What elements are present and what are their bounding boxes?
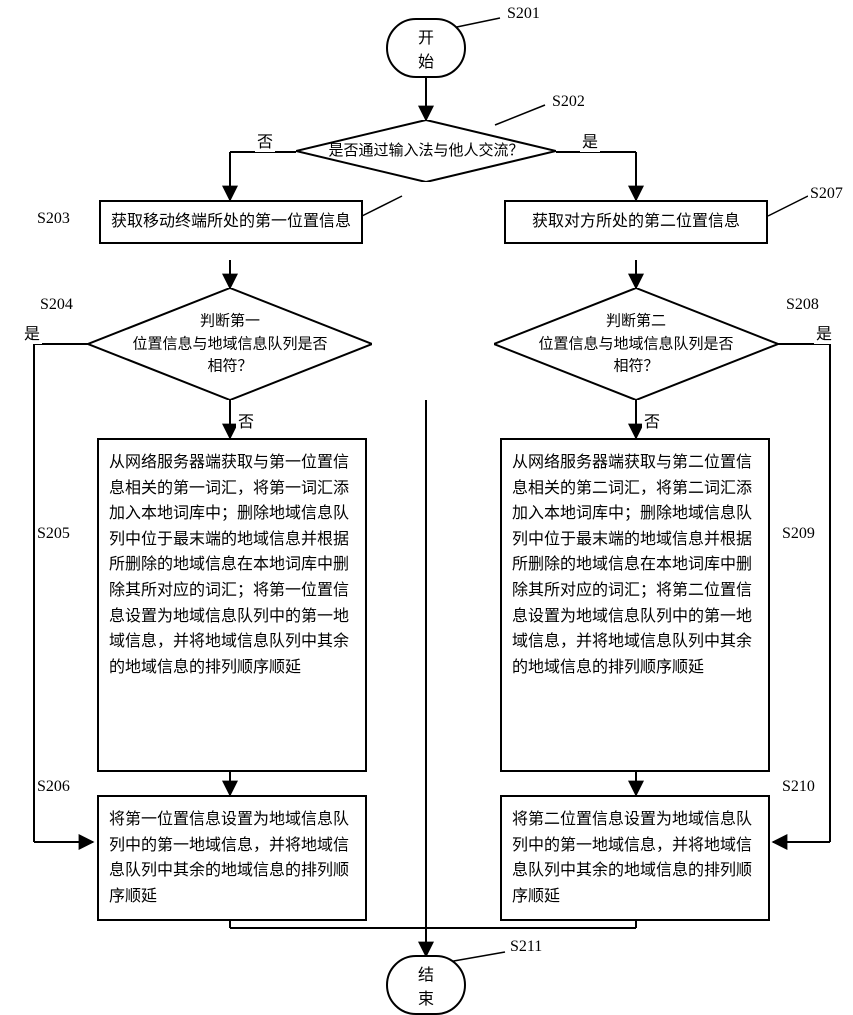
s203-process: 获取移动终端所处的第一位置信息 (99, 200, 363, 244)
s204-line1: 判断第一 (200, 313, 260, 329)
s210-process: 将第二位置信息设置为地域信息队列中的第一地域信息，并将地域信息队列中其余的地域信… (500, 795, 770, 921)
s207-process: 获取对方所处的第二位置信息 (504, 200, 768, 244)
s201-tag: S201 (505, 5, 542, 23)
s204-yes: 是 (22, 320, 42, 344)
s207-text: 获取对方所处的第二位置信息 (532, 213, 740, 230)
s204-line3: 相符？ (207, 358, 252, 374)
s205-tag: S205 (35, 525, 72, 543)
s202-decision: 是否通过输入法与他人交流？ (296, 120, 556, 182)
s209-tag: S209 (780, 525, 817, 543)
s202-text: 是否通过输入法与他人交流？ (328, 143, 523, 159)
end-terminal: 结束 (386, 955, 466, 1015)
s204-no: 否 (236, 408, 256, 432)
s205-text: 从网络服务器端获取与第一位置信息相关的第一词汇，将第一词汇添加入本地词库中；删除… (109, 454, 349, 676)
s208-decision: 判断第二 位置信息与地域信息队列是否 相符？ (494, 288, 778, 400)
s204-tag: S204 (38, 296, 75, 314)
start-terminal: 开始 (386, 18, 466, 78)
s206-process: 将第一位置信息设置为地域信息队列中的第一地域信息，并将地域信息队列中其余的地域信… (97, 795, 367, 921)
s207-tag: S207 (808, 185, 845, 203)
s210-text: 将第二位置信息设置为地域信息队列中的第一地域信息，并将地域信息队列中其余的地域信… (512, 811, 752, 905)
s209-text: 从网络服务器端获取与第二位置信息相关的第二词汇，将第二词汇添加入本地词库中；删除… (512, 454, 752, 676)
start-text: 开始 (418, 30, 434, 71)
s206-tag: S206 (35, 778, 72, 796)
s202-no: 否 (255, 128, 275, 152)
s204-decision: 判断第一 位置信息与地域信息队列是否 相符？ (88, 288, 372, 400)
s204-line2: 位置信息与地域信息队列是否 (132, 336, 327, 352)
s205-process: 从网络服务器端获取与第一位置信息相关的第一词汇，将第一词汇添加入本地词库中；删除… (97, 438, 367, 772)
s208-tag: S208 (784, 296, 821, 314)
s209-process: 从网络服务器端获取与第二位置信息相关的第二词汇，将第二词汇添加入本地词库中；删除… (500, 438, 770, 772)
s208-line2: 位置信息与地域信息队列是否 (538, 336, 733, 352)
s210-tag: S210 (780, 778, 817, 796)
s203-tag: S203 (35, 210, 72, 228)
s211-tag: S211 (508, 938, 544, 956)
s203-text: 获取移动终端所处的第一位置信息 (111, 213, 351, 230)
s208-yes: 是 (814, 320, 834, 344)
s208-no: 否 (642, 408, 662, 432)
s208-line1: 判断第二 (606, 313, 666, 329)
s202-tag: S202 (550, 93, 587, 111)
s208-line3: 相符？ (613, 358, 658, 374)
end-text: 结束 (418, 967, 434, 1008)
s202-yes: 是 (580, 128, 600, 152)
s206-text: 将第一位置信息设置为地域信息队列中的第一地域信息，并将地域信息队列中其余的地域信… (109, 811, 349, 905)
